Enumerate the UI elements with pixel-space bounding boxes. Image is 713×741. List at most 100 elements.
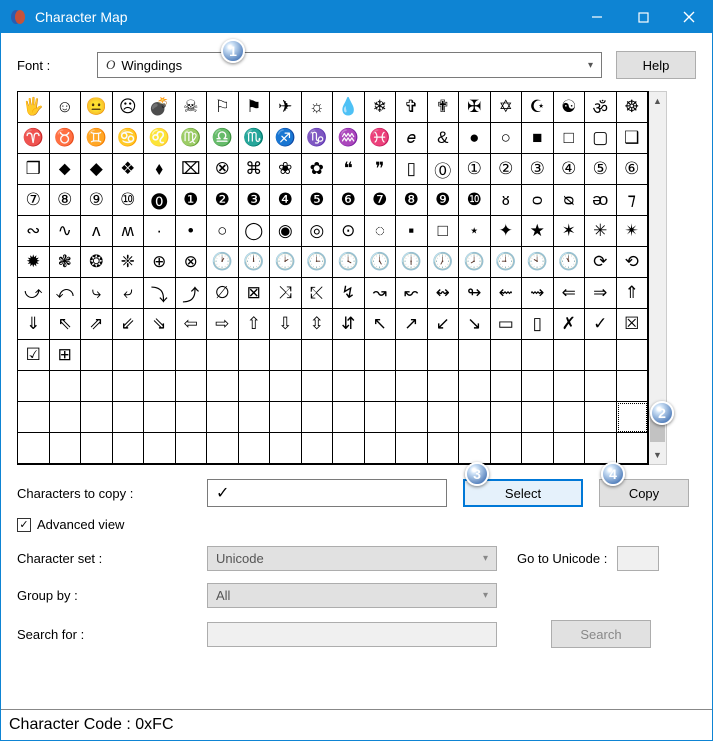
char-cell[interactable]: ☯ — [554, 92, 586, 123]
char-cell[interactable] — [144, 371, 176, 402]
char-cell[interactable]: ♒ — [333, 123, 365, 154]
char-cell[interactable] — [144, 340, 176, 371]
char-cell[interactable]: ● — [459, 123, 491, 154]
char-cell[interactable]: ᴓ — [554, 185, 586, 216]
char-cell[interactable] — [428, 371, 460, 402]
char-cell[interactable]: ♎ — [207, 123, 239, 154]
char-cell[interactable] — [18, 402, 50, 433]
advanced-view-checkbox[interactable]: ✓ — [17, 518, 31, 532]
close-button[interactable] — [666, 1, 712, 33]
char-cell[interactable] — [491, 371, 523, 402]
char-cell[interactable]: ☹ — [113, 92, 145, 123]
char-cell[interactable]: ✠ — [459, 92, 491, 123]
char-cell[interactable] — [522, 371, 554, 402]
char-cell[interactable] — [144, 433, 176, 464]
char-cell[interactable]: ✦ — [491, 216, 523, 247]
char-cell[interactable]: ⌧ — [176, 154, 208, 185]
char-cell[interactable] — [396, 433, 428, 464]
char-cell[interactable] — [333, 371, 365, 402]
char-cell[interactable]: 🕘 — [491, 247, 523, 278]
char-cell[interactable]: ◯ — [239, 216, 271, 247]
char-cell[interactable]: ⟲ — [617, 247, 649, 278]
char-cell[interactable]: 😐 — [81, 92, 113, 123]
char-cell[interactable] — [50, 371, 82, 402]
char-cell[interactable]: ⇨ — [207, 309, 239, 340]
char-cell[interactable] — [428, 402, 460, 433]
char-cell[interactable] — [81, 371, 113, 402]
char-cell[interactable]: · — [144, 216, 176, 247]
char-cell[interactable] — [365, 402, 397, 433]
char-cell[interactable] — [459, 340, 491, 371]
char-cell[interactable]: 🕐 — [207, 247, 239, 278]
char-cell[interactable] — [396, 402, 428, 433]
char-cell[interactable] — [585, 433, 617, 464]
char-cell[interactable]: ❿ — [459, 185, 491, 216]
char-cell[interactable]: □ — [428, 216, 460, 247]
char-cell[interactable]: ☼ — [302, 92, 334, 123]
char-cell[interactable]: ✈ — [270, 92, 302, 123]
char-cell[interactable]: ○ — [491, 123, 523, 154]
char-cell[interactable]: ♐ — [270, 123, 302, 154]
char-cell[interactable]: ↗ — [396, 309, 428, 340]
char-cell[interactable] — [113, 371, 145, 402]
char-cell[interactable]: 🕙 — [522, 247, 554, 278]
char-cell[interactable] — [459, 371, 491, 402]
char-cell[interactable]: ✞ — [396, 92, 428, 123]
char-cell[interactable]: ʌ — [81, 216, 113, 247]
char-cell[interactable] — [270, 433, 302, 464]
char-cell[interactable] — [617, 371, 649, 402]
char-cell[interactable] — [554, 340, 586, 371]
char-cell[interactable]: ❽ — [396, 185, 428, 216]
char-cell[interactable]: ✡ — [491, 92, 523, 123]
char-cell[interactable]: ᴕ — [491, 185, 523, 216]
char-cell[interactable]: ☒ — [617, 309, 649, 340]
char-cell[interactable]: ⤨ — [270, 278, 302, 309]
char-cell[interactable]: ⇙ — [113, 309, 145, 340]
char-cell[interactable]: ❼ — [365, 185, 397, 216]
char-cell[interactable]: ↖ — [365, 309, 397, 340]
char-cell[interactable]: ⮿ — [207, 154, 239, 185]
char-cell[interactable]: ✗ — [554, 309, 586, 340]
char-cell[interactable]: ♍ — [176, 123, 208, 154]
char-cell[interactable] — [176, 402, 208, 433]
search-input[interactable] — [207, 622, 497, 647]
char-cell[interactable]: □ — [554, 123, 586, 154]
char-cell[interactable]: ⤺ — [50, 278, 82, 309]
char-cell[interactable]: ↘ — [459, 309, 491, 340]
char-cell[interactable]: ∾ — [18, 216, 50, 247]
char-cell[interactable]: ▢ — [585, 123, 617, 154]
char-cell[interactable] — [617, 402, 649, 433]
char-cell[interactable]: ④ — [554, 154, 586, 185]
char-cell[interactable] — [522, 340, 554, 371]
char-cell[interactable]: ✹ — [18, 247, 50, 278]
char-cell[interactable]: ◉ — [270, 216, 302, 247]
char-cell[interactable]: ⤵ — [144, 278, 176, 309]
char-cell[interactable]: ↭ — [428, 278, 460, 309]
char-cell[interactable]: 🕔 — [365, 247, 397, 278]
char-cell[interactable]: ❖ — [113, 154, 145, 185]
char-cell[interactable] — [554, 433, 586, 464]
char-cell[interactable]: ☸ — [617, 92, 649, 123]
char-cell[interactable]: ⇧ — [239, 309, 271, 340]
scroll-up-icon[interactable]: ▲ — [649, 92, 666, 110]
char-cell[interactable] — [270, 402, 302, 433]
char-cell[interactable] — [239, 371, 271, 402]
char-cell[interactable] — [491, 402, 523, 433]
char-cell[interactable]: ∅ — [207, 278, 239, 309]
char-cell[interactable]: ⓿ — [144, 185, 176, 216]
maximize-button[interactable] — [620, 1, 666, 33]
char-cell[interactable]: ⇜ — [491, 278, 523, 309]
char-cell[interactable] — [239, 433, 271, 464]
char-cell[interactable]: ⊞ — [50, 340, 82, 371]
char-cell[interactable]: ☺ — [50, 92, 82, 123]
char-cell[interactable] — [585, 402, 617, 433]
char-cell[interactable]: ✟ — [428, 92, 460, 123]
char-cell[interactable]: ♑ — [302, 123, 334, 154]
char-cell[interactable] — [396, 340, 428, 371]
characters-to-copy-input[interactable] — [207, 479, 447, 507]
char-cell[interactable]: & — [428, 123, 460, 154]
char-cell[interactable]: ⬧ — [144, 154, 176, 185]
char-cell[interactable] — [302, 340, 334, 371]
char-cell[interactable] — [491, 433, 523, 464]
char-cell[interactable]: 🕒 — [302, 247, 334, 278]
